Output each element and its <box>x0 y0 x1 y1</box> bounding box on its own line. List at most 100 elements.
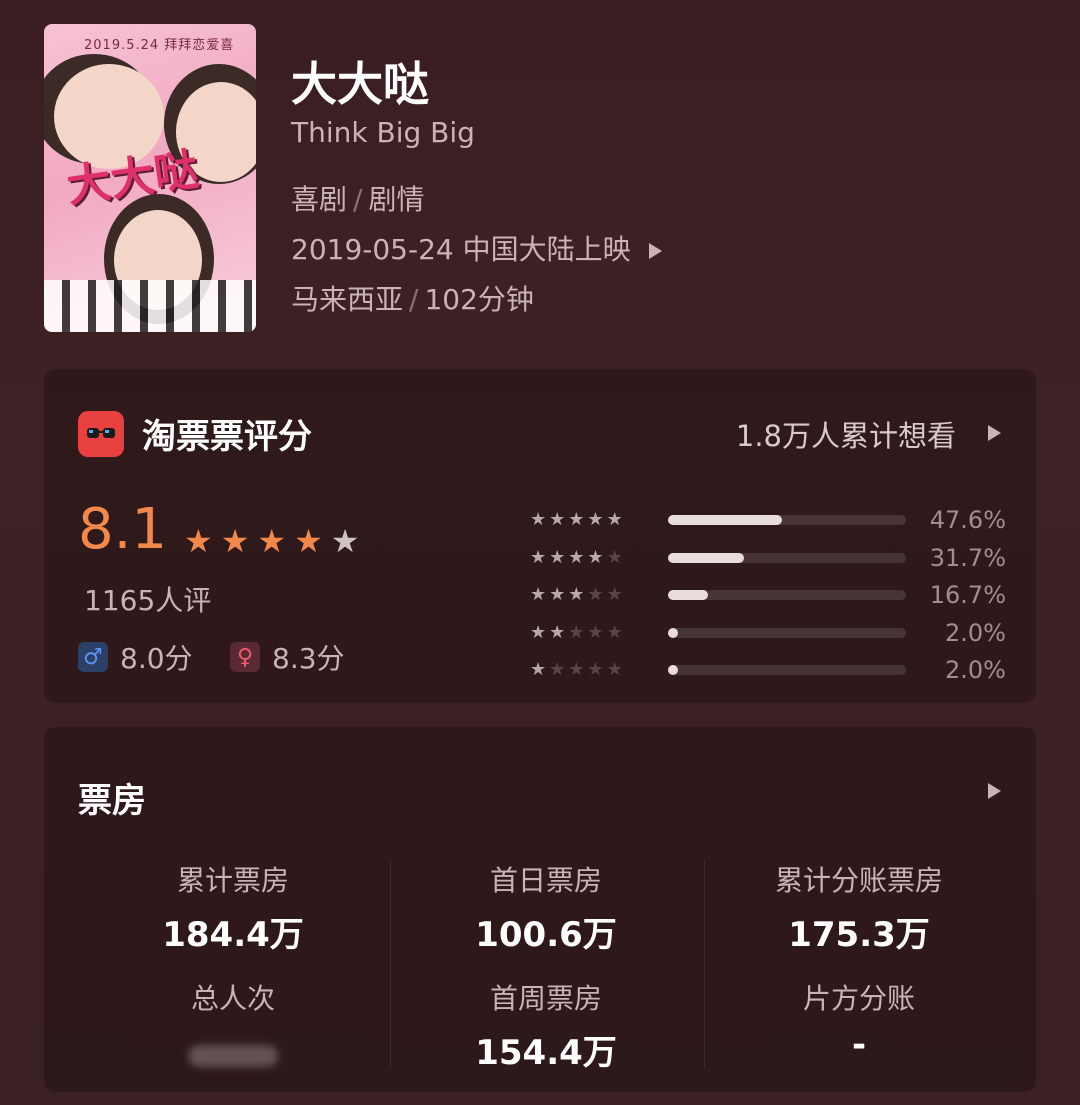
genre-1: 喜剧 <box>291 183 348 216</box>
distribution-bar <box>668 665 906 675</box>
stat-first-day-box-office: 首日票房 100.6万 <box>396 859 696 956</box>
stat-first-week-box-office: 首周票房 154.4万 <box>396 977 696 1074</box>
poster-bottom-pattern <box>44 280 256 332</box>
stat-value: 175.3万 <box>788 915 930 955</box>
star-icon: ★ <box>568 621 585 643</box>
distribution-percent: 16.7% <box>929 581 1006 609</box>
row-stars: ★ ★ ★ ★ ★ <box>530 511 650 529</box>
star-icon: ★ <box>587 584 604 605</box>
star-icon: ★ <box>606 584 623 605</box>
movie-genres: 喜剧 / 剧情 <box>291 178 424 218</box>
distribution-bar <box>668 515 906 525</box>
distribution-percent: 47.6% <box>929 506 1006 534</box>
rating-distribution-row: ★ ★ ★ ★ ★ 2.0% <box>530 614 1006 652</box>
rating-card: 淘票票评分 1.8万人累计想看 8.1 ★ ★ ★ ★ ★ 1165人评 ♂ 8.0分 … <box>44 369 1036 703</box>
rating-stars: ★ ★ ★ ★ ★ <box>184 525 359 557</box>
male-score-value: 8.0分 <box>120 642 193 675</box>
star-icon: ★ <box>549 659 566 680</box>
stat-value <box>83 1025 383 1076</box>
distribution-percent: 2.0% <box>945 618 1006 647</box>
box-office-card[interactable]: 票房 累计票房 184.4万 首日票房 100.6万 累计分账票房 175.3万… <box>44 727 1036 1092</box>
stat-total-admissions: 总人次 <box>83 977 383 1076</box>
distribution-bar-fill <box>668 627 678 638</box>
row-stars: ★ ★ ★ ★ ★ <box>530 621 650 643</box>
stat-value: 154.4万 <box>475 1033 617 1073</box>
taopiaopiao-logo-icon <box>78 410 124 457</box>
star-icon: ★ <box>568 584 585 605</box>
stat-label: 首日票房 <box>489 864 602 897</box>
star-icon: ★ <box>587 509 604 530</box>
stat-value: 184.4万 <box>162 915 304 955</box>
star-icon: ★ <box>530 621 547 643</box>
distribution-bar-fill <box>668 515 783 525</box>
rating-distribution-row: ★ ★ ★ ★ ★ 31.7% <box>530 539 1006 577</box>
male-icon: ♂ <box>78 642 108 672</box>
box-office-title: 票房 <box>78 781 146 821</box>
chevron-right-icon <box>988 425 1001 441</box>
rating-brand-name: 淘票票评分 <box>142 417 312 457</box>
female-score-value: 8.3分 <box>272 642 345 675</box>
distribution-bar-fill <box>668 665 678 675</box>
star-icon: ★ <box>530 546 547 568</box>
male-score: ♂ 8.0分 <box>78 637 193 677</box>
star-icon: ★ <box>220 522 250 560</box>
star-icon: ★ <box>606 659 623 680</box>
chevron-right-icon <box>648 243 662 259</box>
separator-slash: / <box>353 183 363 216</box>
stat-cumulative-box-office: 累计票房 184.4万 <box>83 859 383 956</box>
distribution-bar <box>668 590 906 600</box>
stat-label: 累计票房 <box>176 864 289 897</box>
distribution-bar <box>668 552 906 563</box>
stat-producer-share: 片方分账 - <box>709 977 1009 1065</box>
rating-distribution-row: ★ ★ ★ ★ ★ 47.6% <box>530 501 1006 539</box>
release-text: 2019-05-24 中国大陆上映 <box>291 233 631 266</box>
star-icon: ★ <box>568 546 585 568</box>
star-icon: ★ <box>294 522 323 560</box>
star-icon: ★ <box>606 509 623 530</box>
stat-label: 总人次 <box>190 982 275 1015</box>
glasses-icon <box>87 427 115 438</box>
movie-english-title: Think Big Big <box>291 116 475 149</box>
rating-distribution-row: ★ ★ ★ ★ ★ 16.7% <box>530 576 1006 614</box>
star-icon: ★ <box>549 621 566 643</box>
star-icon: ★ <box>549 584 566 605</box>
star-icon: ★ <box>549 509 566 530</box>
star-icon: ★ <box>587 546 604 568</box>
movie-origin: 马来西亚/102分钟 <box>291 278 534 318</box>
column-divider <box>390 859 391 1069</box>
distribution-percent: 31.7% <box>929 543 1006 572</box>
duration-text: 102分钟 <box>424 283 534 316</box>
star-icon: ★ <box>184 522 213 560</box>
star-icon: ★ <box>606 621 623 643</box>
female-icon: ♀ <box>230 642 260 672</box>
rating-score: 8.1 <box>78 497 168 562</box>
star-icon: ★ <box>568 509 585 530</box>
column-divider <box>704 859 705 1069</box>
genre-2: 剧情 <box>368 183 425 216</box>
movie-title: 大大哒 <box>291 57 429 111</box>
star-icon: ★ <box>587 659 604 680</box>
rating-distribution-row: ★ ★ ★ ★ ★ 2.0% <box>530 651 1006 689</box>
want-to-see-link[interactable]: 1.8万人累计想看 <box>736 413 956 455</box>
rating-count: 1165人评 <box>84 584 212 617</box>
star-icon: ★ <box>606 546 623 568</box>
distribution-bar <box>668 627 906 638</box>
female-score: ♀ 8.3分 <box>230 637 345 677</box>
star-icon: ★ <box>549 546 566 568</box>
stat-label: 首周票房 <box>489 982 602 1015</box>
distribution-bar-fill <box>668 590 709 600</box>
stat-label: 累计分账票房 <box>774 864 943 897</box>
poster-date-text: 2019.5.24 拜拜恋爱喜 <box>84 38 235 53</box>
row-stars: ★ ★ ★ ★ ★ <box>530 661 650 679</box>
star-icon: ★ <box>530 659 547 680</box>
row-stars: ★ ★ ★ ★ ★ <box>530 586 650 604</box>
movie-release-link[interactable]: 2019-05-24 中国大陆上映 <box>291 228 662 268</box>
star-icon: ★ <box>530 509 547 530</box>
stat-value: - <box>851 1025 867 1065</box>
distribution-percent: 2.0% <box>945 656 1006 684</box>
star-icon: ★ <box>330 522 360 560</box>
stat-value: 100.6万 <box>475 915 617 955</box>
star-icon: ★ <box>257 522 287 560</box>
stat-label: 片方分账 <box>802 982 915 1015</box>
movie-poster[interactable]: 2019.5.24 拜拜恋爱喜 大大哒 <box>44 24 256 332</box>
